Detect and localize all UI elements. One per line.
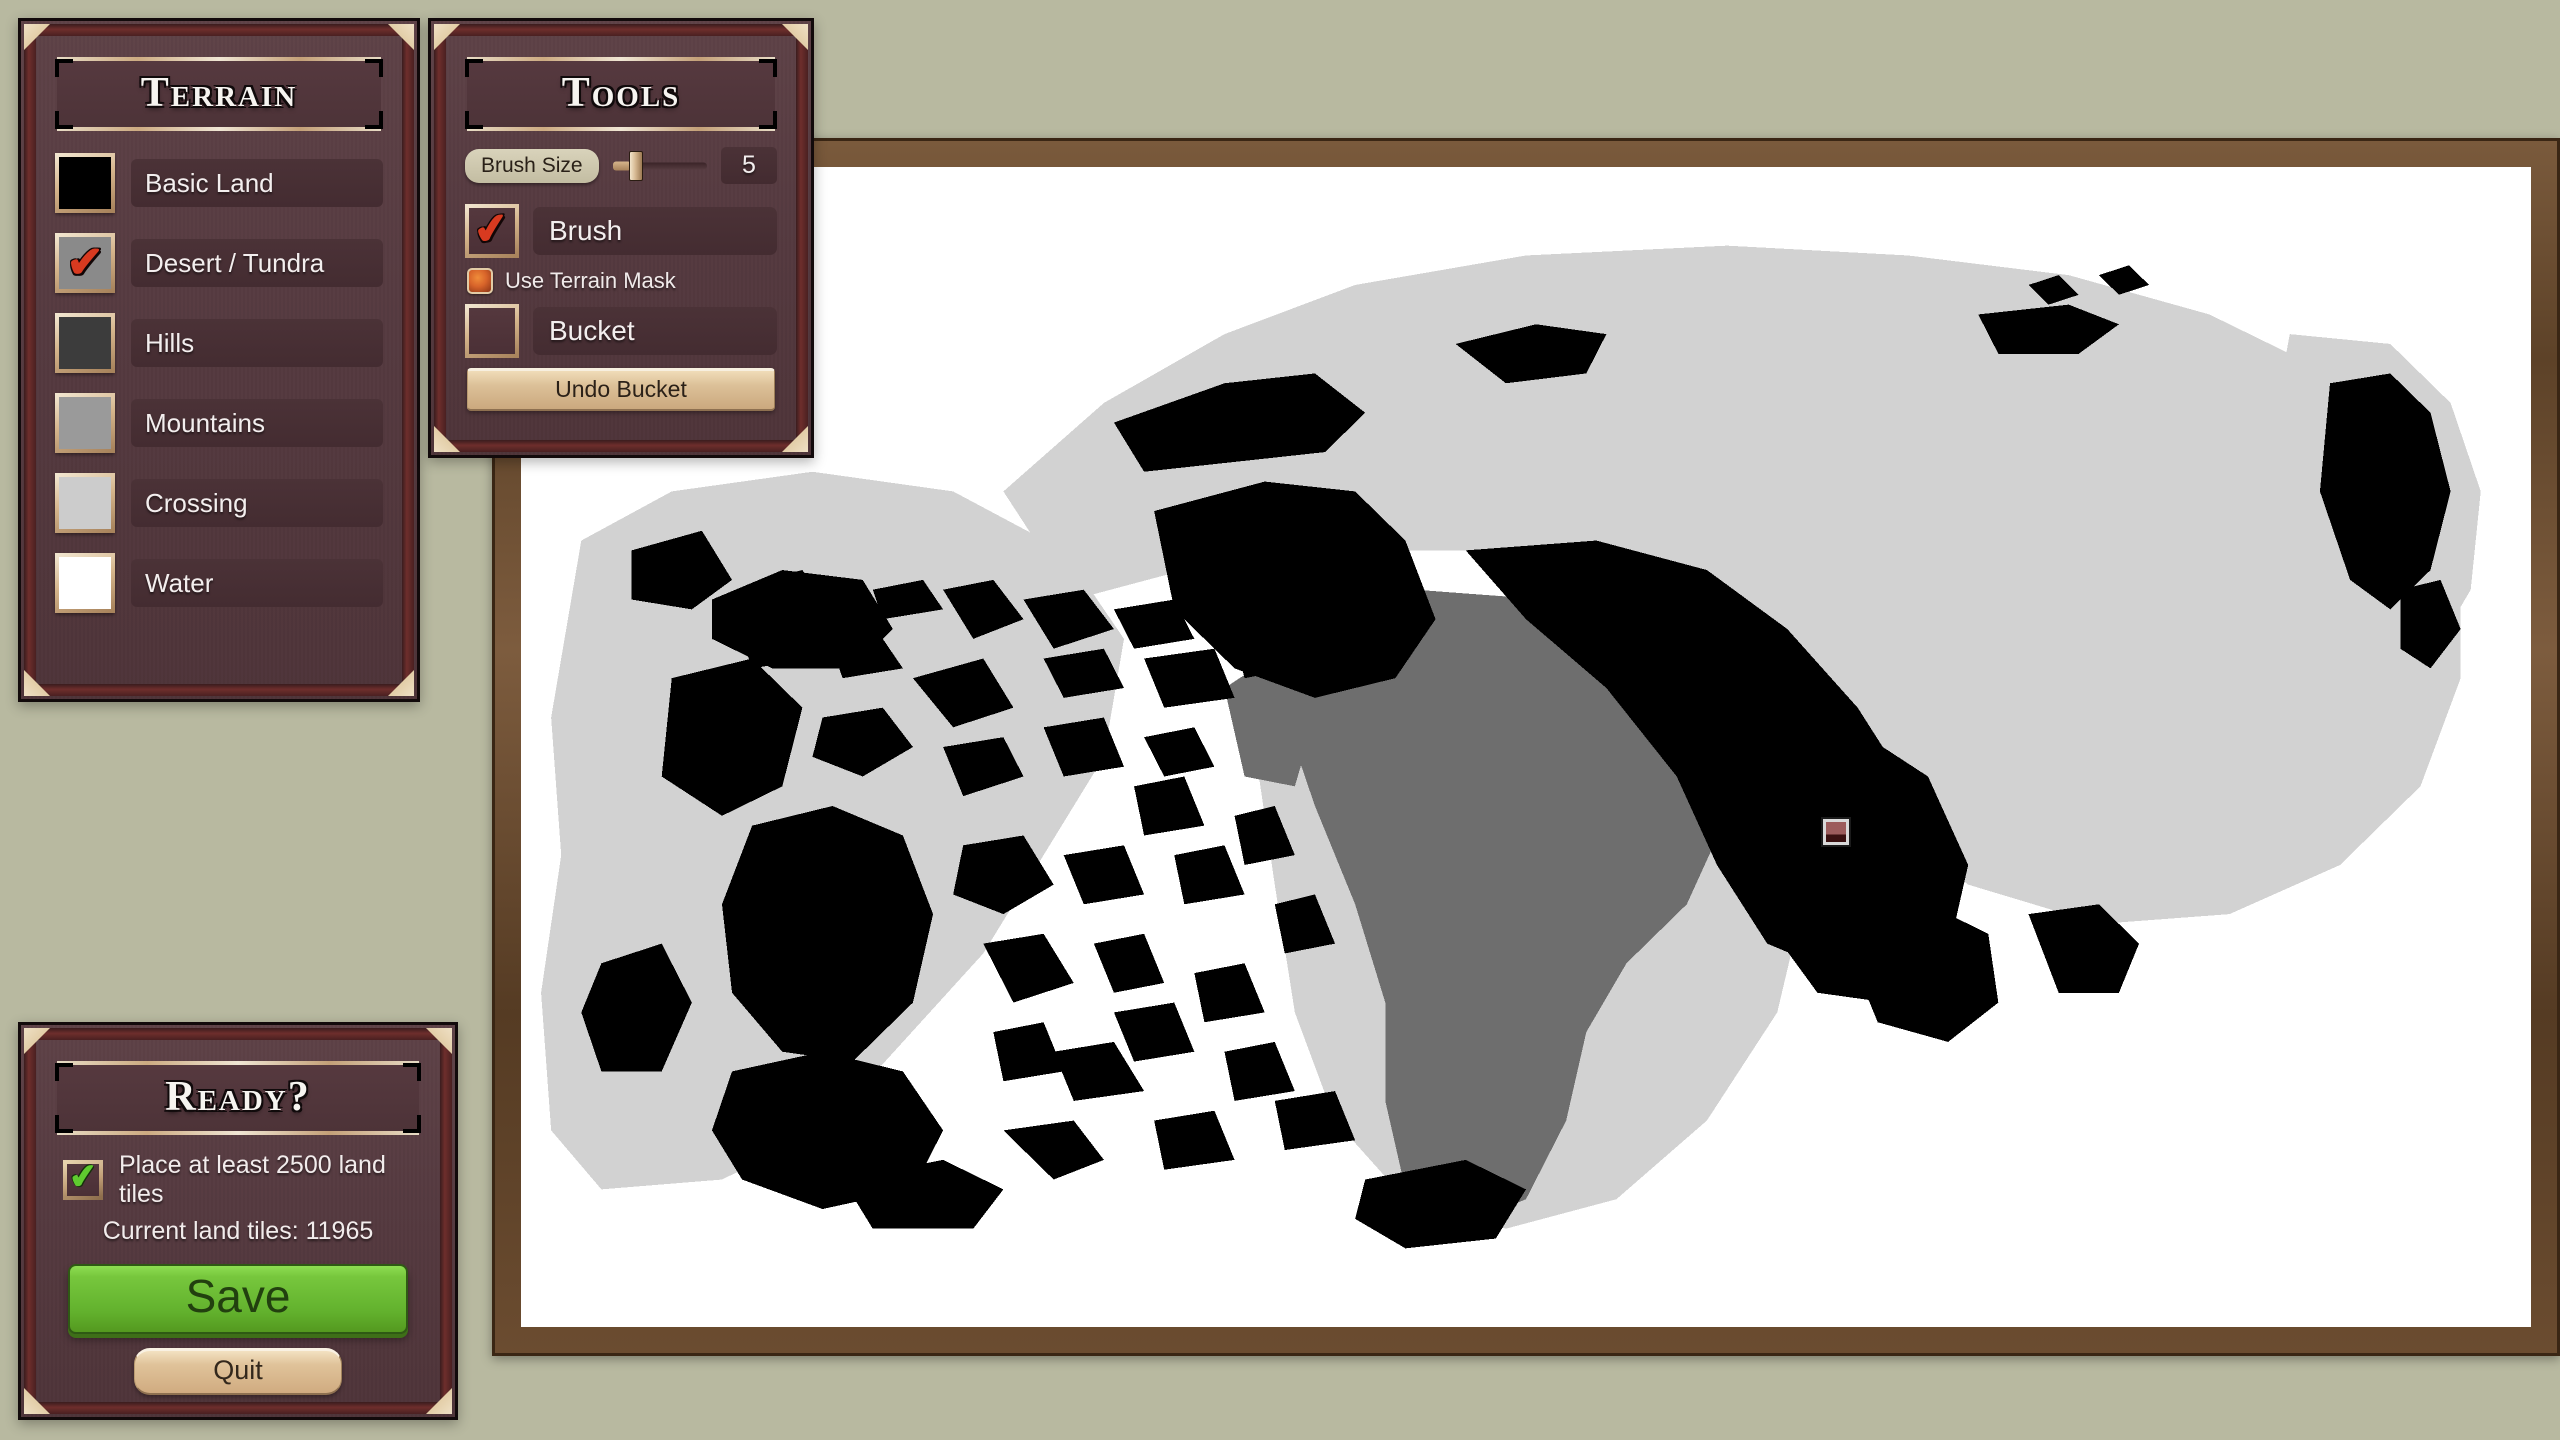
save-button[interactable]: Save [68, 1264, 408, 1335]
tool-option-bucket[interactable]: Bucket [465, 304, 777, 359]
panel-edge-right [440, 1028, 452, 1414]
terrain-label-desert-tundra[interactable]: Desert / Tundra [131, 239, 383, 288]
requirement-label: Place at least 2500 land tiles [119, 1151, 386, 1209]
undo-bucket-button[interactable]: Undo Bucket [467, 368, 775, 412]
terrain-option-basic-land[interactable]: Basic Land [55, 147, 383, 219]
ready-panel-title-plate: Ready? [55, 1061, 421, 1136]
ready-panel: Ready? ✔ Place at least 2500 land tiles … [18, 1022, 458, 1420]
terrain-swatch-hills[interactable] [55, 313, 115, 374]
terrain-label-mountains[interactable]: Mountains [131, 399, 383, 448]
terrain-option-water[interactable]: Water [55, 547, 383, 619]
current-land-tiles-label: Current land tiles: 11965 [102, 1217, 374, 1246]
ready-panel-title: Ready? [165, 1074, 311, 1120]
tool-option-brush[interactable]: ✔ Brush [465, 202, 777, 259]
plate-tick-bl [55, 111, 73, 130]
panel-edge-left [434, 24, 446, 452]
panel-edge-top [24, 24, 414, 36]
terrain-swatch-desert-tundra[interactable]: ✔ [55, 233, 115, 294]
checkmark-icon: ✔ [470, 202, 513, 255]
plate-tick-br [365, 111, 383, 130]
quit-button[interactable]: Quit [134, 1348, 342, 1396]
checkmark-icon: ✔ [66, 1156, 100, 1198]
panel-edge-bottom [434, 440, 808, 452]
plate-tick-tr [365, 59, 383, 77]
brush-size-slider[interactable] [612, 150, 707, 181]
terrain-label-water[interactable]: Water [131, 559, 383, 608]
terrain-swatch-crossing[interactable] [55, 473, 115, 534]
terrain-mask-radio[interactable] [467, 268, 493, 295]
requirement-row: ✔ Place at least 2500 land tiles [63, 1151, 417, 1209]
world-map-canvas[interactable] [521, 167, 2531, 1327]
panel-edge-right [402, 24, 414, 696]
plate-tick-bl [465, 111, 483, 130]
brush-size-control[interactable]: Brush Size 5 [465, 147, 777, 185]
terrain-option-mountains[interactable]: Mountains [55, 387, 383, 459]
panel-edge-left [24, 1028, 36, 1414]
requirement-checkbox: ✔ [63, 1156, 103, 1201]
panel-edge-left [24, 24, 36, 696]
plate-tick-br [403, 1115, 421, 1134]
terrain-swatch-mountains[interactable] [55, 393, 115, 454]
terrain-mask-label[interactable]: Use Terrain Mask [505, 268, 676, 294]
tool-checkbox-brush[interactable]: ✔ [465, 202, 519, 259]
brush-size-value: 5 [721, 147, 777, 185]
terrain-option-desert-tundra[interactable]: ✔ Desert / Tundra [55, 227, 383, 299]
tools-panel: Tools Brush Size 5 ✔ Brush Use Terrain M… [428, 18, 814, 458]
tools-panel-title: Tools [561, 70, 681, 116]
plate-tick-tl [55, 59, 73, 77]
terrain-swatch-basic-land[interactable] [55, 153, 115, 214]
terrain-label-hills[interactable]: Hills [131, 319, 383, 368]
tool-checkbox-bucket[interactable] [465, 304, 519, 359]
corner-ornament-bottom-left [434, 426, 460, 452]
plate-tick-tl [465, 59, 483, 77]
plate-tick-tr [403, 1063, 421, 1081]
brush-size-label: Brush Size [465, 148, 599, 183]
terrain-swatch-water[interactable] [55, 553, 115, 614]
terrain-label-basic-land[interactable]: Basic Land [131, 159, 383, 208]
tool-option-terrain-mask[interactable]: Use Terrain Mask [467, 268, 777, 295]
terrain-panel-title: Terrain [140, 70, 298, 116]
terrain-panel-title-plate: Terrain [55, 57, 383, 132]
panel-edge-right [796, 24, 808, 452]
terrain-option-hills[interactable]: Hills [55, 307, 383, 379]
plate-tick-bl [55, 1115, 73, 1134]
terrain-option-crossing[interactable]: Crossing [55, 467, 383, 539]
checkmark-icon: ✔ [66, 238, 104, 288]
tool-label-brush[interactable]: Brush [533, 207, 777, 256]
panel-edge-bottom [24, 684, 414, 696]
terrain-label-crossing[interactable]: Crossing [131, 479, 383, 528]
terrain-panel: Terrain Basic Land ✔ Desert / Tundra Hil… [18, 18, 420, 702]
panel-edge-top [24, 1028, 452, 1040]
map-canvas-container[interactable] [521, 167, 2531, 1327]
panel-edge-top [434, 24, 808, 36]
plate-tick-br [759, 111, 777, 130]
plate-tick-tr [759, 59, 777, 77]
tool-label-bucket[interactable]: Bucket [533, 307, 777, 356]
tools-panel-title-plate: Tools [465, 57, 777, 132]
slider-knob[interactable] [628, 150, 643, 181]
plate-tick-tl [55, 1063, 73, 1081]
